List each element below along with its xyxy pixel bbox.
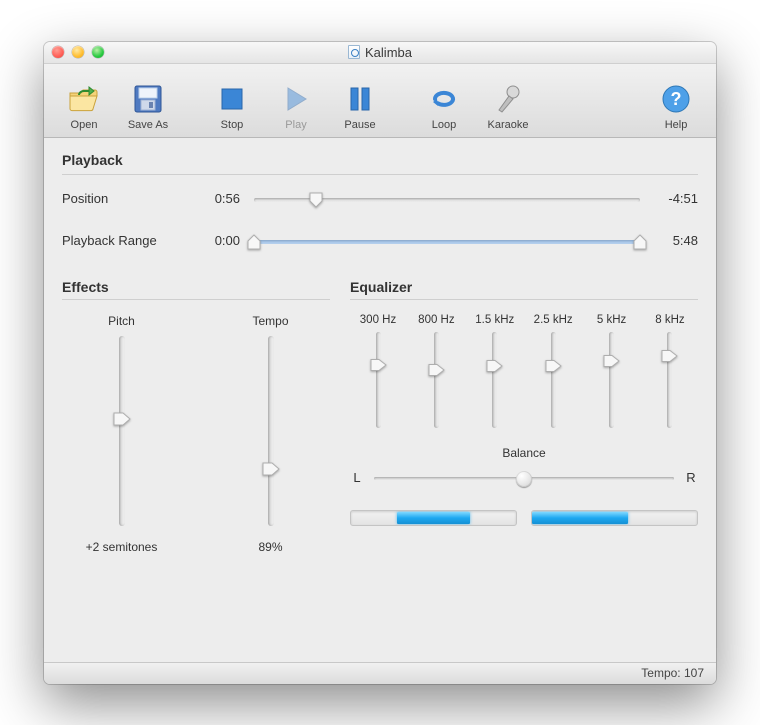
loop-icon: [427, 82, 461, 116]
eq-band-4[interactable]: 5 kHz: [588, 314, 636, 428]
svg-text:?: ?: [671, 89, 682, 109]
stop-icon: [215, 82, 249, 116]
range-high-thumb[interactable]: [633, 234, 647, 250]
pause-label: Pause: [344, 119, 375, 131]
eq-band-1[interactable]: 800 Hz: [412, 314, 460, 428]
tempo-thumb[interactable]: [262, 462, 280, 476]
pitch-thumb[interactable]: [113, 412, 131, 426]
pitch-label: Pitch: [108, 314, 135, 328]
stop-button[interactable]: Stop: [202, 82, 262, 131]
eq-band-label: 2.5 kHz: [534, 314, 573, 326]
open-button[interactable]: Open: [54, 82, 114, 131]
toolbar: Open Save As: [44, 64, 716, 138]
microphone-icon: [491, 82, 525, 116]
eq-band-label: 800 Hz: [418, 314, 454, 326]
equalizer-heading: Equalizer: [350, 279, 698, 295]
eq-band-label: 300 Hz: [360, 314, 396, 326]
range-label: Playback Range: [62, 233, 182, 248]
play-button[interactable]: Play: [266, 82, 326, 131]
pause-icon: [343, 82, 377, 116]
range-low-thumb[interactable]: [247, 234, 261, 250]
position-remaining: -4:51: [654, 191, 698, 206]
loop-button[interactable]: Loop: [414, 82, 474, 131]
balance-label: Balance: [502, 446, 545, 460]
open-folder-icon: [67, 82, 101, 116]
tempo-slider[interactable]: Tempo 89%: [221, 314, 321, 554]
balance-thumb[interactable]: [516, 471, 532, 487]
floppy-disk-icon: [131, 82, 165, 116]
eq-band-thumb[interactable]: [545, 360, 562, 373]
tempo-label: Tempo: [252, 314, 288, 328]
range-slider[interactable]: [254, 231, 640, 251]
minimize-window-button[interactable]: [72, 46, 84, 58]
divider: [62, 299, 330, 300]
eq-band-label: 8 kHz: [655, 314, 684, 326]
karaoke-button[interactable]: Karaoke: [478, 82, 538, 131]
range-start: 0:00: [196, 233, 240, 248]
open-label: Open: [71, 119, 98, 131]
balance-left-label: L: [350, 470, 364, 485]
close-window-button[interactable]: [52, 46, 64, 58]
eq-band-thumb[interactable]: [486, 360, 503, 373]
play-label: Play: [285, 119, 306, 131]
playback-heading: Playback: [62, 152, 698, 168]
help-icon: ?: [659, 82, 693, 116]
position-thumb[interactable]: [309, 192, 323, 208]
save-as-label: Save As: [128, 119, 168, 131]
eq-band-3[interactable]: 2.5 kHz: [529, 314, 577, 428]
balance-slider[interactable]: [374, 468, 674, 488]
position-label: Position: [62, 191, 182, 206]
vu-meter-left: [350, 510, 517, 526]
pause-button[interactable]: Pause: [330, 82, 390, 131]
document-icon: [348, 45, 360, 59]
help-button[interactable]: ? Help: [646, 82, 706, 131]
balance-right-label: R: [684, 470, 698, 485]
loop-label: Loop: [432, 119, 456, 131]
help-label: Help: [665, 119, 688, 131]
eq-band-2[interactable]: 1.5 kHz: [471, 314, 519, 428]
eq-band-label: 1.5 kHz: [475, 314, 514, 326]
vu-meter-right: [531, 510, 698, 526]
eq-band-thumb[interactable]: [370, 359, 387, 372]
stop-label: Stop: [221, 119, 244, 131]
effects-heading: Effects: [62, 279, 330, 295]
app-window: Kalimba Open: [44, 42, 716, 684]
eq-band-thumb[interactable]: [661, 350, 678, 363]
divider: [350, 299, 698, 300]
pitch-slider[interactable]: Pitch +2 semitones: [72, 314, 172, 554]
save-as-button[interactable]: Save As: [118, 82, 178, 131]
divider: [62, 174, 698, 175]
pitch-value: +2 semitones: [86, 540, 158, 554]
eq-band-0[interactable]: 300 Hz: [354, 314, 402, 428]
eq-band-thumb[interactable]: [603, 355, 620, 368]
play-icon: [279, 82, 313, 116]
range-end: 5:48: [654, 233, 698, 248]
statusbar: Tempo: 107: [44, 662, 716, 684]
status-tempo: Tempo: 107: [641, 666, 704, 680]
window-title: Kalimba: [365, 45, 412, 60]
zoom-window-button[interactable]: [92, 46, 104, 58]
karaoke-label: Karaoke: [488, 119, 529, 131]
titlebar: Kalimba: [44, 42, 716, 64]
eq-band-5[interactable]: 8 kHz: [646, 314, 694, 428]
position-elapsed: 0:56: [196, 191, 240, 206]
position-slider[interactable]: [254, 189, 640, 209]
eq-band-label: 5 kHz: [597, 314, 626, 326]
tempo-value: 89%: [258, 540, 282, 554]
eq-band-thumb[interactable]: [428, 363, 445, 376]
